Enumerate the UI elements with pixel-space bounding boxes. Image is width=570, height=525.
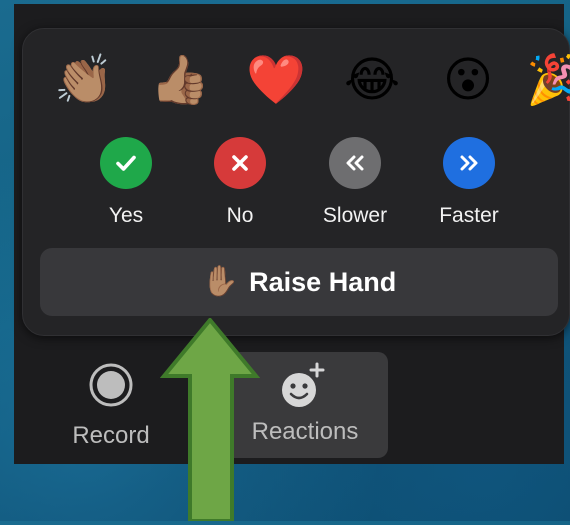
yes-button[interactable]: Yes <box>76 137 176 228</box>
thumbs-up-emoji-button[interactable]: 👍🏽 <box>149 49 211 111</box>
annotation-up-arrow <box>159 316 261 523</box>
clapping-hands-emoji-button[interactable]: 👏🏽 <box>53 49 115 111</box>
slower-button[interactable]: Slower <box>305 137 405 228</box>
raise-hand-button[interactable]: ✋🏽 Raise Hand <box>40 248 558 316</box>
double-chevron-right-icon <box>443 137 495 189</box>
open-mouth-emoji-button[interactable]: 😮 <box>437 49 499 111</box>
no-button[interactable]: No <box>190 137 290 228</box>
yes-label: Yes <box>108 204 144 227</box>
heart-emoji-button[interactable]: ❤️ <box>245 49 307 111</box>
record-label: Record <box>72 422 150 449</box>
slower-label: Slower <box>322 204 388 227</box>
close-icon <box>214 137 266 189</box>
tears-of-joy-emoji-button[interactable]: 😂 <box>341 49 403 111</box>
emoji-reaction-row: 👏🏽 👍🏽 ❤️ 😂 😮 🎉 <box>51 49 570 119</box>
raised-hand-icon: ✋🏽 <box>201 264 240 299</box>
faster-label: Faster <box>439 204 499 227</box>
double-chevron-left-icon <box>329 137 381 189</box>
faster-button[interactable]: Faster <box>419 137 519 228</box>
no-label: No <box>226 204 254 227</box>
checkmark-icon <box>100 137 152 189</box>
party-popper-emoji-button[interactable]: 🎉 <box>525 49 570 111</box>
record-button[interactable]: Record <box>52 360 170 450</box>
raise-hand-label: Raise Hand <box>249 266 397 297</box>
add-reaction-icon <box>272 360 332 412</box>
reactions-popover: 👏🏽 👍🏽 ❤️ 😂 😮 🎉 Yes No Slower Faster ✋🏽 R… <box>22 28 570 336</box>
record-icon <box>52 360 170 410</box>
